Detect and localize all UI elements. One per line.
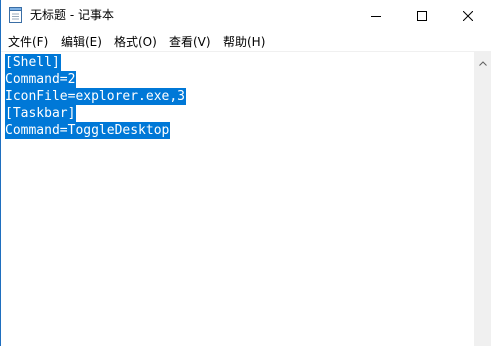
- menu-format[interactable]: 格式(O): [114, 33, 157, 50]
- minimize-icon: [371, 6, 381, 25]
- maximize-button[interactable]: [399, 0, 445, 30]
- scroll-up-button[interactable]: [474, 52, 491, 69]
- close-icon: [462, 6, 474, 25]
- menu-help[interactable]: 帮助(H): [223, 33, 265, 50]
- chevron-up-icon: [478, 51, 487, 70]
- close-button[interactable]: [445, 0, 491, 30]
- notepad-window: 无标题 - 记事本 文件(F) 编辑(E) 格式(O) 查看(V) 帮助(H): [0, 0, 491, 346]
- window-title: 无标题 - 记事本: [30, 8, 114, 22]
- title-bar[interactable]: 无标题 - 记事本: [1, 0, 491, 30]
- text-line: [Taskbar]: [5, 105, 77, 122]
- notepad-icon: [9, 7, 22, 23]
- menu-file[interactable]: 文件(F): [8, 33, 48, 50]
- menu-view[interactable]: 查看(V): [169, 33, 211, 50]
- vertical-scrollbar[interactable]: [474, 52, 491, 346]
- menu-bar: 文件(F) 编辑(E) 格式(O) 查看(V) 帮助(H): [1, 30, 491, 51]
- text-line: Command=ToggleDesktop: [5, 122, 171, 139]
- maximize-icon: [417, 6, 427, 25]
- text-line: [Shell]: [5, 54, 61, 71]
- text-line: IconFile=explorer.exe,3: [5, 88, 187, 105]
- text-line: Command=2: [5, 71, 77, 88]
- text-editor-area[interactable]: [Shell] Command=2 IconFile=explorer.exe,…: [1, 52, 474, 346]
- menu-edit[interactable]: 编辑(E): [61, 33, 102, 50]
- minimize-button[interactable]: [353, 0, 399, 30]
